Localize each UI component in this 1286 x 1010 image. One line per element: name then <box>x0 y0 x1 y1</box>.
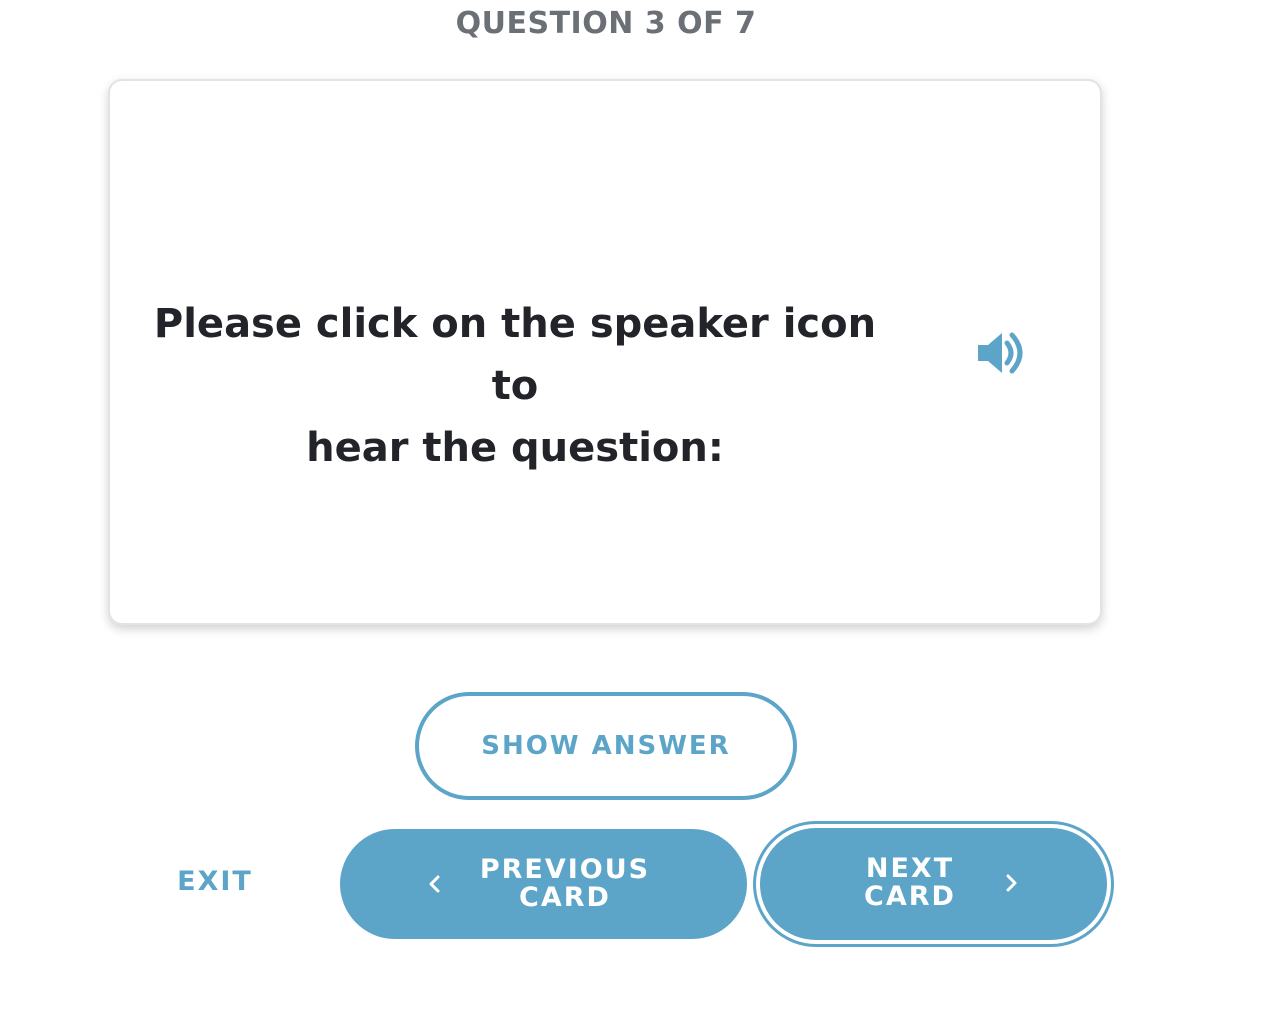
question-text: Please click on the speaker icon to hear… <box>150 293 880 479</box>
next-card-button-inner[interactable]: NEXT CARD <box>760 828 1107 940</box>
exit-link[interactable]: EXIT <box>160 866 270 897</box>
next-label-line-2: CARD <box>864 881 956 912</box>
question-line-2: hear the question: <box>306 425 724 471</box>
question-line-1: Please click on the speaker icon to <box>153 301 877 409</box>
flashcard-page: QUESTION 3 OF 7 Please click on the spea… <box>0 0 1286 1010</box>
previous-label-line-2: CARD <box>519 882 611 913</box>
next-card-button[interactable]: NEXT CARD <box>753 821 1114 947</box>
previous-card-label: PREVIOUS CARD <box>450 856 680 912</box>
speaker-icon[interactable] <box>974 327 1030 379</box>
chevron-left-icon <box>420 869 450 899</box>
previous-card-button[interactable]: PREVIOUS CARD <box>340 829 747 939</box>
show-answer-button[interactable]: SHOW ANSWER <box>415 692 797 800</box>
question-progress: QUESTION 3 OF 7 <box>455 6 757 41</box>
previous-label-line-1: PREVIOUS <box>479 854 651 885</box>
next-label-line-1: NEXT <box>865 853 955 884</box>
next-card-label: NEXT CARD <box>820 855 1000 911</box>
chevron-right-icon <box>996 868 1026 898</box>
question-card: Please click on the speaker icon to hear… <box>108 79 1102 625</box>
